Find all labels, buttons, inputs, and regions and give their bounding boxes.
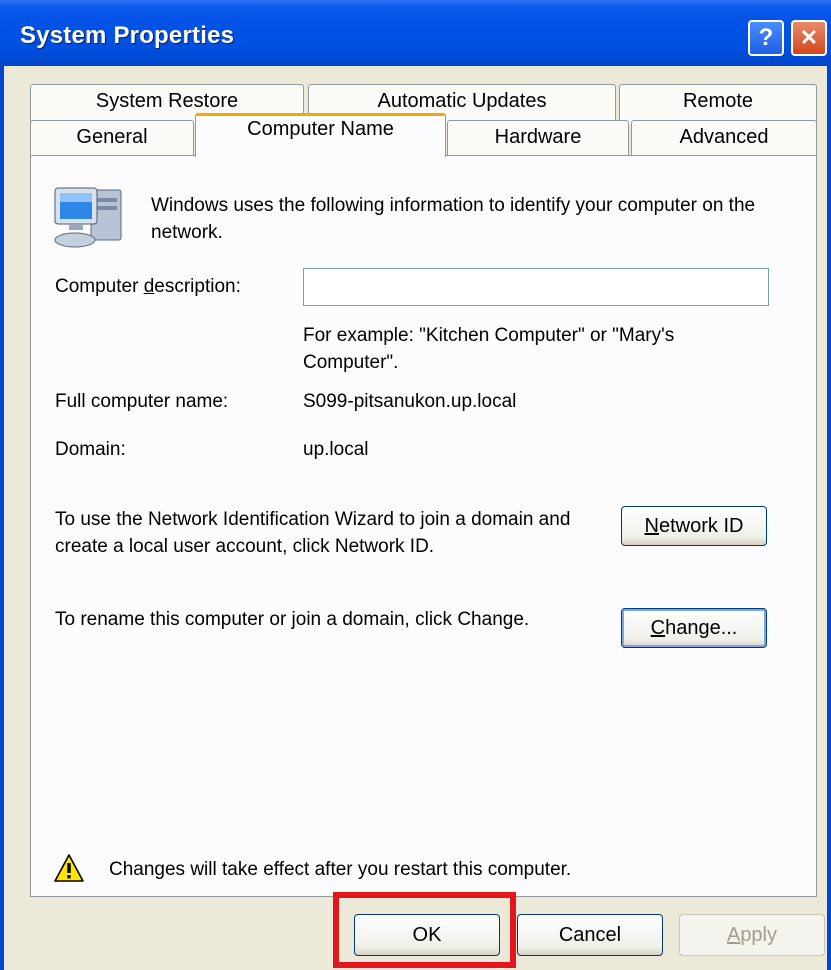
full-computer-name-value: S099-pitsanukon.up.local — [303, 391, 517, 412]
help-icon: ? — [758, 24, 774, 51]
domain-label: Domain: — [55, 439, 126, 460]
apply-label: Apply — [726, 923, 778, 946]
system-properties-window: System Properties ? ✕ System Restore Aut… — [0, 0, 831, 970]
tab-label: Advanced — [679, 126, 769, 148]
warning-icon — [54, 854, 84, 882]
tab-label: Hardware — [494, 126, 582, 148]
tab-advanced[interactable]: Advanced — [631, 120, 817, 156]
tab-label: System Restore — [95, 90, 239, 112]
rename-text: To rename this computer or join a domain… — [55, 609, 530, 630]
computer-icon — [54, 187, 122, 248]
window-border-left — [0, 66, 4, 970]
full-computer-name-label: Full computer name: — [55, 391, 229, 412]
tab-computer-name[interactable]: Computer Name — [195, 113, 446, 157]
highlight-box — [333, 892, 516, 968]
intro-text: Windows uses the following information t… — [151, 195, 756, 243]
computer-name-panel: Windows uses the following information t… — [30, 155, 817, 897]
window-title: System Properties — [20, 22, 235, 49]
close-button[interactable]: ✕ — [791, 20, 827, 56]
change-label: Change... — [650, 616, 738, 639]
tab-label: Computer Name — [247, 118, 394, 140]
domain-value: up.local — [303, 439, 369, 460]
change-button[interactable]: Change... — [621, 608, 767, 648]
tab-hardware[interactable]: Hardware — [447, 120, 629, 156]
network-id-label: Network ID — [644, 514, 744, 537]
computer-description-label: Computer description: — [55, 276, 241, 297]
close-icon: ✕ — [799, 25, 819, 50]
window-border-right — [827, 66, 831, 970]
tab-label: Automatic Updates — [377, 90, 547, 112]
network-id-button[interactable]: Network ID — [621, 506, 767, 546]
computer-description-input[interactable] — [303, 268, 769, 306]
title-bar[interactable]: System Properties ? ✕ — [0, 0, 831, 66]
tab-remote[interactable]: Remote — [619, 84, 817, 124]
tab-label: Remote — [682, 90, 754, 112]
description-example-text: For example: "Kitchen Computer" or "Mary… — [303, 325, 675, 373]
tab-label: General — [76, 126, 148, 148]
cancel-label: Cancel — [558, 923, 622, 946]
restart-warning-text: Changes will take effect after you resta… — [109, 859, 572, 880]
tab-general[interactable]: General — [30, 120, 194, 156]
apply-button[interactable]: Apply — [679, 914, 825, 956]
help-button[interactable]: ? — [748, 20, 784, 56]
network-wizard-text: To use the Network Identification Wizard… — [55, 509, 571, 557]
cancel-button[interactable]: Cancel — [517, 914, 663, 956]
